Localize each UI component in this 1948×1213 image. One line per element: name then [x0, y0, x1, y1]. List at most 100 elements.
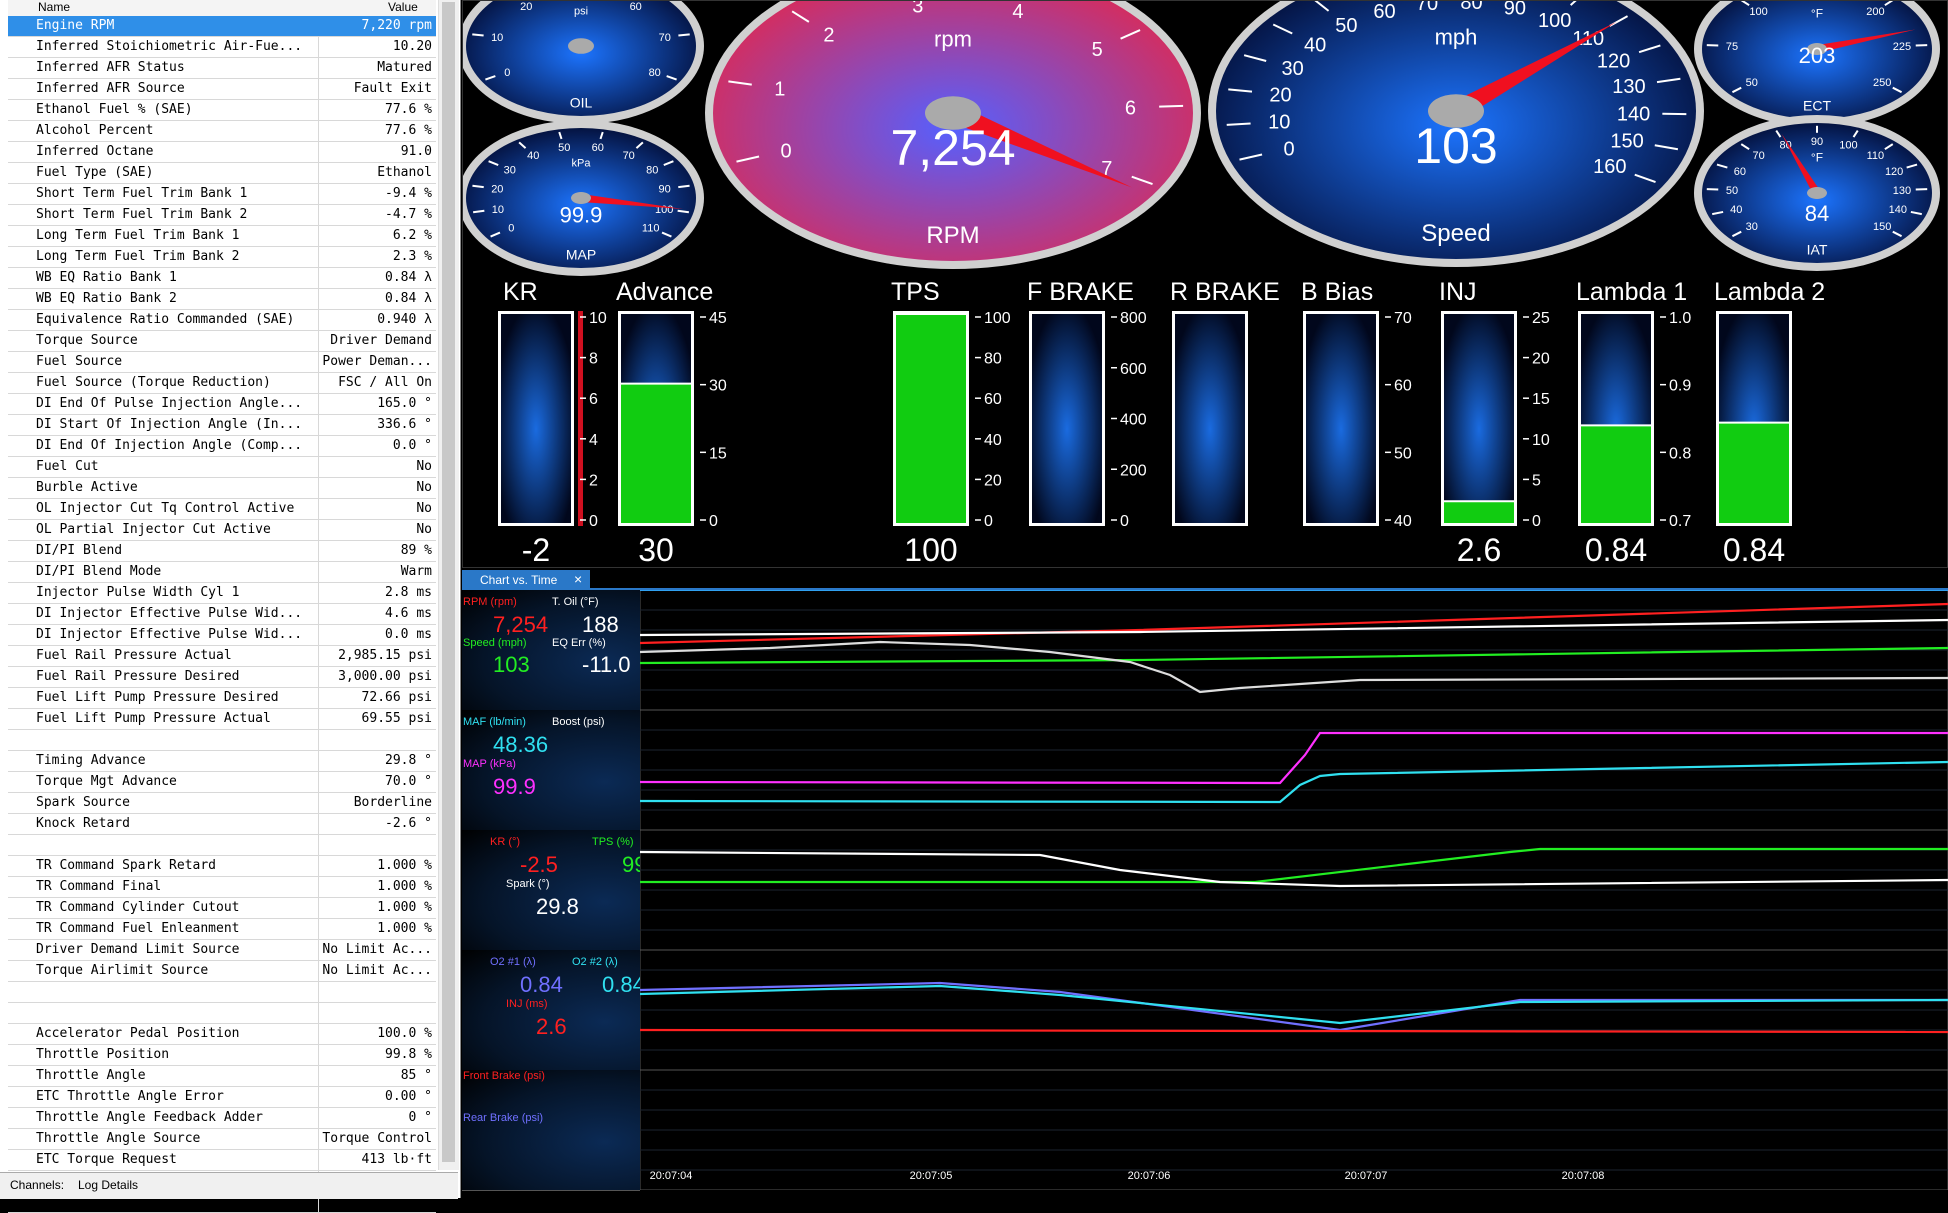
map-name-label: MAP	[566, 247, 596, 263]
chart-plot-area[interactable]	[640, 590, 1948, 1190]
scrollbar-thumb[interactable]	[442, 2, 455, 1162]
table-row[interactable]: Timing Advance29.8 °	[8, 751, 436, 772]
channel-value: FSC / All On	[318, 373, 432, 393]
table-row[interactable]: Torque Mgt Advance70.0 °	[8, 772, 436, 793]
rpm-tick-label: 4	[1012, 1, 1023, 23]
channel-name: Throttle Angle Source	[36, 1131, 318, 1146]
table-row[interactable]: Inferred AFR SourceFault Exit	[8, 79, 436, 100]
table-row[interactable]: Throttle Position99.8 %	[8, 1045, 436, 1066]
table-row[interactable]: Fuel Rail Pressure Desired3,000.00 psi	[8, 667, 436, 688]
rpm-tick-label: 2	[823, 25, 834, 47]
channel-value: -2.6 °	[318, 814, 432, 834]
table-row[interactable]: Short Term Fuel Trim Bank 1-9.4 %	[8, 184, 436, 205]
ect-unit-label: °F	[1811, 7, 1823, 21]
value-column-header[interactable]: Value	[388, 0, 418, 14]
bar-scale-label: 200	[1120, 462, 1147, 479]
table-row[interactable]: DI End Of Injection Angle (Comp...0.0 °	[8, 436, 436, 457]
table-row[interactable]: Alcohol Percent77.6 %	[8, 121, 436, 142]
table-row[interactable]: DI End Of Pulse Injection Angle...165.0 …	[8, 394, 436, 415]
rpm-tick-label: 0	[781, 140, 792, 162]
table-row[interactable]: TR Command Cylinder Cutout1.000 %	[8, 898, 436, 919]
table-row[interactable]: DI Start Of Injection Angle (In...336.6 …	[8, 415, 436, 436]
iat-tick-label: 40	[1730, 204, 1742, 216]
table-row[interactable]: TR Command Final1.000 %	[8, 877, 436, 898]
table-row[interactable]: WB EQ Ratio Bank 20.84 λ	[8, 289, 436, 310]
table-row[interactable]: Injector Pulse Width Cyl 12.8 ms	[8, 583, 436, 604]
table-row[interactable]: DI/PI Blend89 %	[8, 541, 436, 562]
channel-value: 0.00 °	[318, 1087, 432, 1107]
table-row[interactable]: Accelerator Pedal Position100.0 %	[8, 1024, 436, 1045]
bar-background	[1032, 314, 1102, 523]
table-row[interactable]: Throttle Angle85 °	[8, 1066, 436, 1087]
chart-panel-legend[interactable]: MAF (lb/min)48.36Boost (psi)MAP (kPa)99.…	[462, 710, 640, 831]
iat-tick-label: 150	[1873, 221, 1891, 233]
table-row[interactable]: OL Injector Cut Tq Control ActiveNo	[8, 499, 436, 520]
table-row[interactable]: DI Injector Effective Pulse Wid...0.0 ms	[8, 625, 436, 646]
chart-panel-legend[interactable]: RPM (rpm)7,254T. Oil (°F)188Speed (mph)1…	[462, 590, 640, 711]
table-row[interactable]: Inferred Stoichiometric Air-Fue...10.20	[8, 37, 436, 58]
table-row[interactable]: Throttle Angle Feedback Adder0 °	[8, 1108, 436, 1129]
tab-log-details[interactable]: Log Details	[78, 1178, 138, 1192]
channel-name: Short Term Fuel Trim Bank 1	[36, 186, 318, 201]
table-row[interactable]: Long Term Fuel Trim Bank 22.3 %	[8, 247, 436, 268]
table-row[interactable]: Ethanol Fuel % (SAE)77.6 %	[8, 100, 436, 121]
map-tick-label: 60	[592, 142, 604, 154]
channel-scrollbar[interactable]	[438, 0, 459, 1170]
table-row[interactable]: ETC Throttle Angle Error0.00 °	[8, 1087, 436, 1108]
table-row[interactable]: Knock Retard-2.6 °	[8, 814, 436, 835]
close-icon[interactable]: ×	[574, 571, 582, 587]
rpm-tick-label: 5	[1092, 39, 1103, 61]
name-column-header[interactable]: Name	[38, 0, 70, 14]
channel-name: OL Partial Injector Cut Active	[36, 522, 318, 537]
channel-name: Ethanol Fuel % (SAE)	[36, 102, 318, 117]
table-row[interactable]: Fuel SourcePower Deman...	[8, 352, 436, 373]
iat-tick-label: 90	[1811, 136, 1823, 148]
table-row[interactable]: Fuel Lift Pump Pressure Desired72.66 psi	[8, 688, 436, 709]
chart-panel-legend[interactable]: KR (°)-2.5TPS (%)99.9Spark (°)29.8	[462, 830, 640, 951]
table-row[interactable]: Short Term Fuel Trim Bank 2-4.7 %	[8, 205, 436, 226]
table-row[interactable]: Equivalence Ratio Commanded (SAE)0.940 λ	[8, 310, 436, 331]
table-row[interactable]	[8, 1003, 436, 1024]
table-row[interactable]: Inferred AFR StatusMatured	[8, 58, 436, 79]
table-row[interactable]: TR Command Spark Retard1.000 %	[8, 856, 436, 877]
table-row[interactable]: OL Partial Injector Cut ActiveNo	[8, 520, 436, 541]
table-row[interactable]: Fuel Lift Pump Pressure Actual69.55 psi	[8, 709, 436, 730]
table-row[interactable]: Fuel Type (SAE)Ethanol	[8, 163, 436, 184]
table-row[interactable]: Spark SourceBorderline	[8, 793, 436, 814]
series-label: Spark (°)	[506, 878, 550, 890]
table-row[interactable]: Driver Demand Limit SourceNo Limit Ac...	[8, 940, 436, 961]
channel-value: Fault Exit	[318, 79, 432, 99]
chart-panel-legend[interactable]: Front Brake (psi)Rear Brake (psi)	[462, 1070, 640, 1191]
table-row[interactable]	[8, 730, 436, 751]
table-row[interactable]: Burble ActiveNo	[8, 478, 436, 499]
table-row[interactable]: Inferred Octane91.0	[8, 142, 436, 163]
table-row[interactable]: Fuel CutNo	[8, 457, 436, 478]
map-tick-label: 90	[659, 183, 671, 195]
table-row[interactable]: DI/PI Blend ModeWarm	[8, 562, 436, 583]
table-row[interactable]: Throttle Angle SourceTorque Control	[8, 1129, 436, 1150]
table-row[interactable]: WB EQ Ratio Bank 10.84 λ	[8, 268, 436, 289]
table-row[interactable]: Long Term Fuel Trim Bank 16.2 %	[8, 226, 436, 247]
series-label: EQ Err (%)	[552, 637, 606, 649]
speed-tick-label: 30	[1282, 58, 1304, 80]
table-row[interactable]	[8, 835, 436, 856]
table-row[interactable]: ETC Torque Request413 lb·ft	[8, 1150, 436, 1171]
table-row[interactable]: Torque SourceDriver Demand	[8, 331, 436, 352]
table-row[interactable]: TR Command Fuel Enleanment1.000 %	[8, 919, 436, 940]
bar-name-label: Advance	[616, 278, 713, 306]
table-row[interactable]: DI Injector Effective Pulse Wid...4.6 ms	[8, 604, 436, 625]
channel-value	[318, 1003, 432, 1023]
bar-value: 0.84	[1723, 532, 1785, 568]
table-row[interactable]	[8, 982, 436, 1003]
tab-chart-vs-time[interactable]: Chart vs. Time ×	[462, 570, 590, 590]
chart-panel-legend[interactable]: O2 #1 (λ)0.84O2 #2 (λ)0.84INJ (ms)2.6	[462, 950, 640, 1071]
table-row[interactable]: Fuel Source (Torque Reduction)FSC / All …	[8, 373, 436, 394]
iat-tick-label: 110	[1867, 150, 1885, 162]
table-row[interactable]: Engine RPM7,220 rpm	[8, 16, 436, 37]
bar-scale-label: 400	[1120, 412, 1147, 429]
series-label: RPM (rpm)	[463, 596, 517, 608]
table-row[interactable]: Torque Airlimit SourceNo Limit Ac...	[8, 961, 436, 982]
tab-channels[interactable]: Channels:	[10, 1178, 64, 1192]
channel-name: DI Start Of Injection Angle (In...	[36, 417, 318, 432]
table-row[interactable]: Fuel Rail Pressure Actual2,985.15 psi	[8, 646, 436, 667]
